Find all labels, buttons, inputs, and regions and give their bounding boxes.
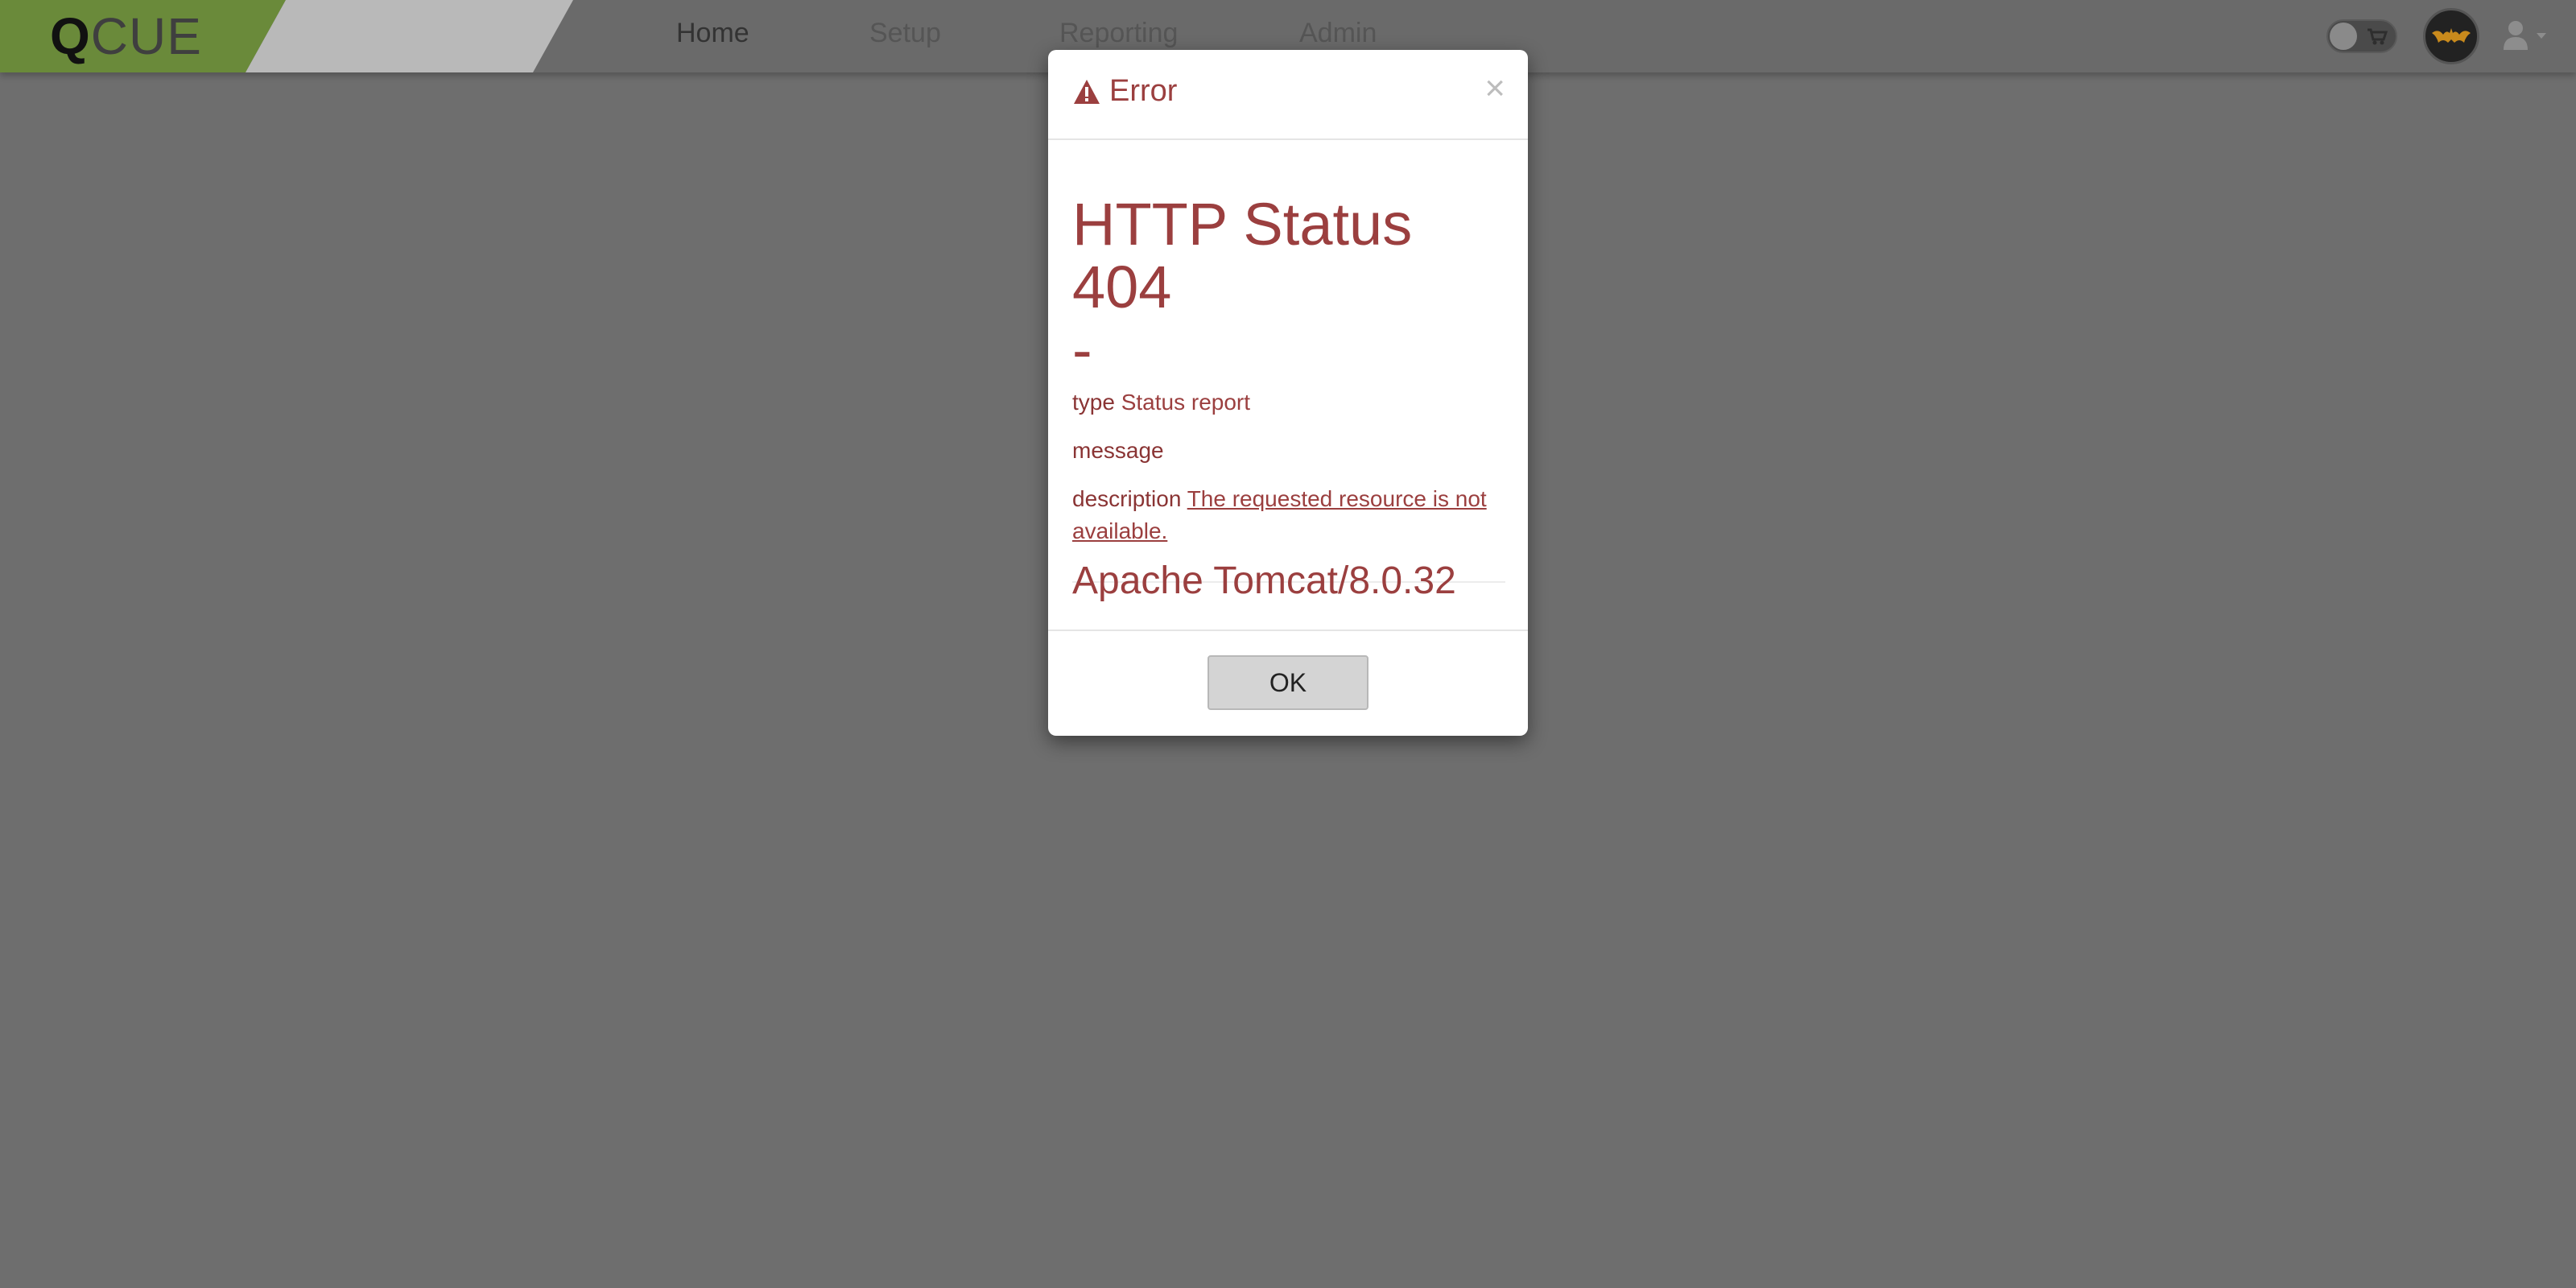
dialog-title: Error <box>1072 74 1177 109</box>
status-heading-line1: HTTP Status 404 <box>1072 191 1413 320</box>
type-field: type Status report <box>1072 386 1507 419</box>
dialog-header: Error × <box>1048 50 1528 140</box>
ok-button[interactable]: OK <box>1208 655 1368 710</box>
status-heading: HTTP Status 404 - <box>1072 193 1507 382</box>
error-dialog: Error × HTTP Status 404 - type Status re… <box>1048 50 1528 736</box>
warning-icon <box>1074 79 1100 104</box>
bat-icon <box>2432 28 2471 43</box>
nav-setup[interactable]: Setup <box>869 18 941 49</box>
server-info: Apache Tomcat/8.0.32 <box>1072 559 1456 602</box>
message-label: message <box>1072 438 1164 463</box>
user-menu[interactable] <box>2502 19 2547 52</box>
description-label: description <box>1072 486 1182 511</box>
type-value: Status report <box>1121 390 1251 415</box>
dialog-footer: OK <box>1048 630 1528 737</box>
dialog-body: HTTP Status 404 - type Status report mes… <box>1048 140 1528 631</box>
nav-reporting[interactable]: Reporting <box>1059 18 1178 49</box>
cart-toggle[interactable] <box>2326 19 2397 53</box>
team-avatar[interactable] <box>2423 8 2479 64</box>
description-field: description The requested resource is no… <box>1072 483 1507 547</box>
nav-admin[interactable]: Admin <box>1299 18 1377 49</box>
status-heading-line2: - <box>1072 316 1092 383</box>
caret-down-icon <box>2537 33 2546 39</box>
dialog-title-text: Error <box>1109 74 1178 108</box>
close-icon[interactable]: × <box>1484 71 1505 106</box>
toggle-knob <box>2330 23 2357 50</box>
cart-icon <box>2368 28 2388 45</box>
logo-q: Q <box>50 7 91 65</box>
qcue-logo[interactable]: Q CUE <box>50 6 202 66</box>
nav-home[interactable]: Home <box>676 18 749 49</box>
message-field: message <box>1072 435 1507 467</box>
user-icon <box>2504 21 2528 50</box>
type-label: type <box>1072 390 1115 415</box>
logo-text: CUE <box>90 7 202 65</box>
